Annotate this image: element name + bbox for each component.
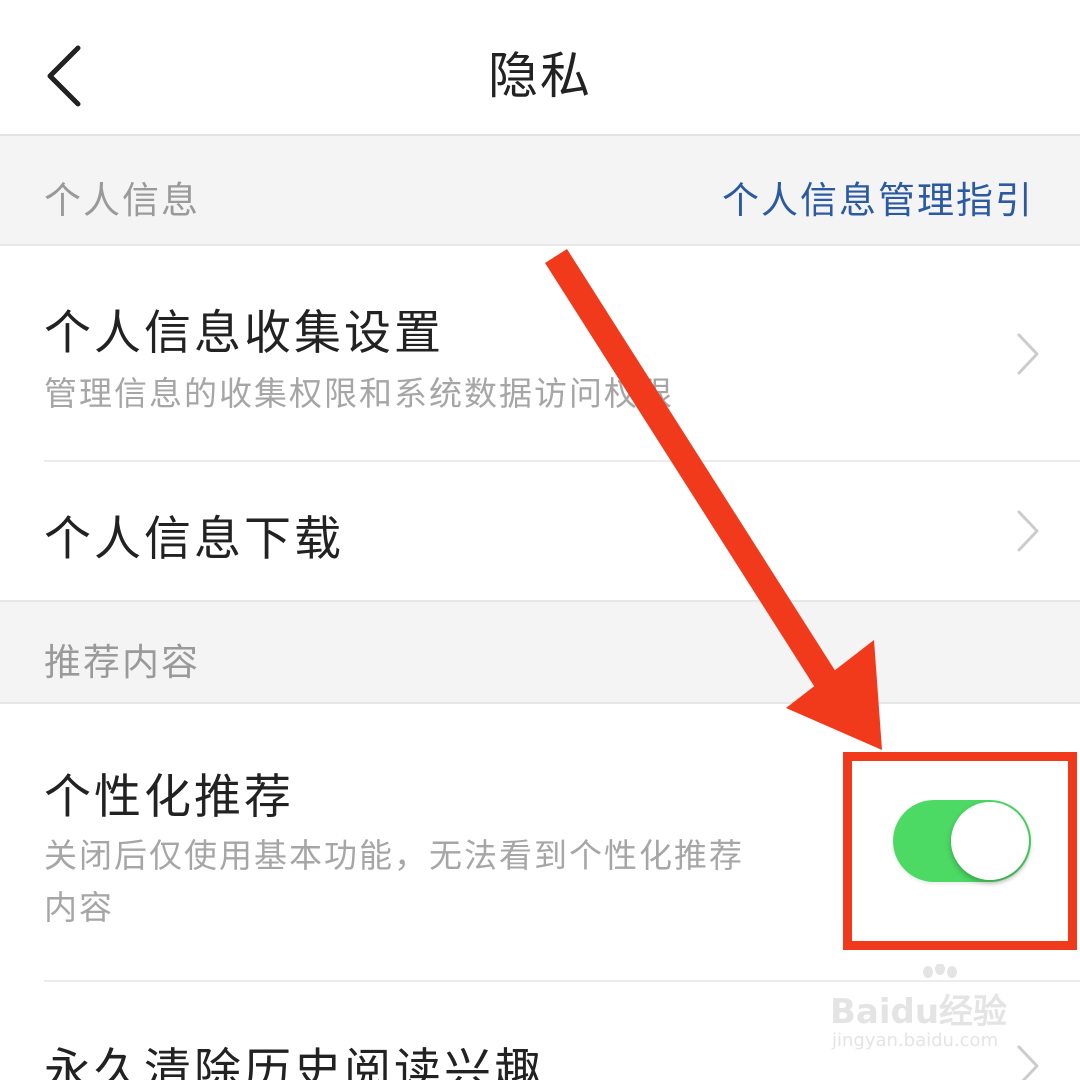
top-nav-bar: 隐私	[0, 0, 1080, 136]
section-header-recommended: 推荐内容	[0, 600, 1080, 704]
row-personal-info-collection[interactable]: 个人信息收集设置 管理信息的收集权限和系统数据访问权限	[0, 246, 1080, 462]
row-title: 个人信息下载	[44, 512, 344, 567]
row-description: 关闭后仅使用基本功能，无法看到个性化推荐 内容	[44, 830, 744, 934]
section-header-personal-info: 个人信息 个人信息管理指引	[0, 136, 1080, 246]
description-line: 关闭后仅使用基本功能，无法看到个性化推荐	[44, 836, 744, 875]
personal-info-guide-link[interactable]: 个人信息管理指引	[722, 170, 1034, 224]
row-title: 个人信息收集设置	[44, 306, 444, 361]
toggle-knob	[951, 802, 1029, 880]
chevron-right-icon	[1017, 333, 1039, 375]
section-title: 个人信息	[44, 179, 200, 222]
page-title: 隐私	[488, 47, 592, 105]
row-title: 永久清除历史阅读兴趣	[44, 1044, 544, 1080]
chevron-right-icon	[1017, 1045, 1039, 1080]
chevron-right-icon	[1017, 510, 1039, 552]
row-personal-info-download[interactable]: 个人信息下载	[0, 462, 1080, 600]
row-description: 管理信息的收集权限和系统数据访问权限	[44, 374, 674, 413]
row-title: 个性化推荐	[44, 770, 294, 825]
row-clear-reading-interest[interactable]: 永久清除历史阅读兴趣	[0, 982, 1080, 1080]
description-line: 内容	[44, 888, 114, 927]
section-title: 推荐内容	[44, 641, 200, 684]
personalized-recommendation-toggle[interactable]	[893, 800, 1031, 882]
